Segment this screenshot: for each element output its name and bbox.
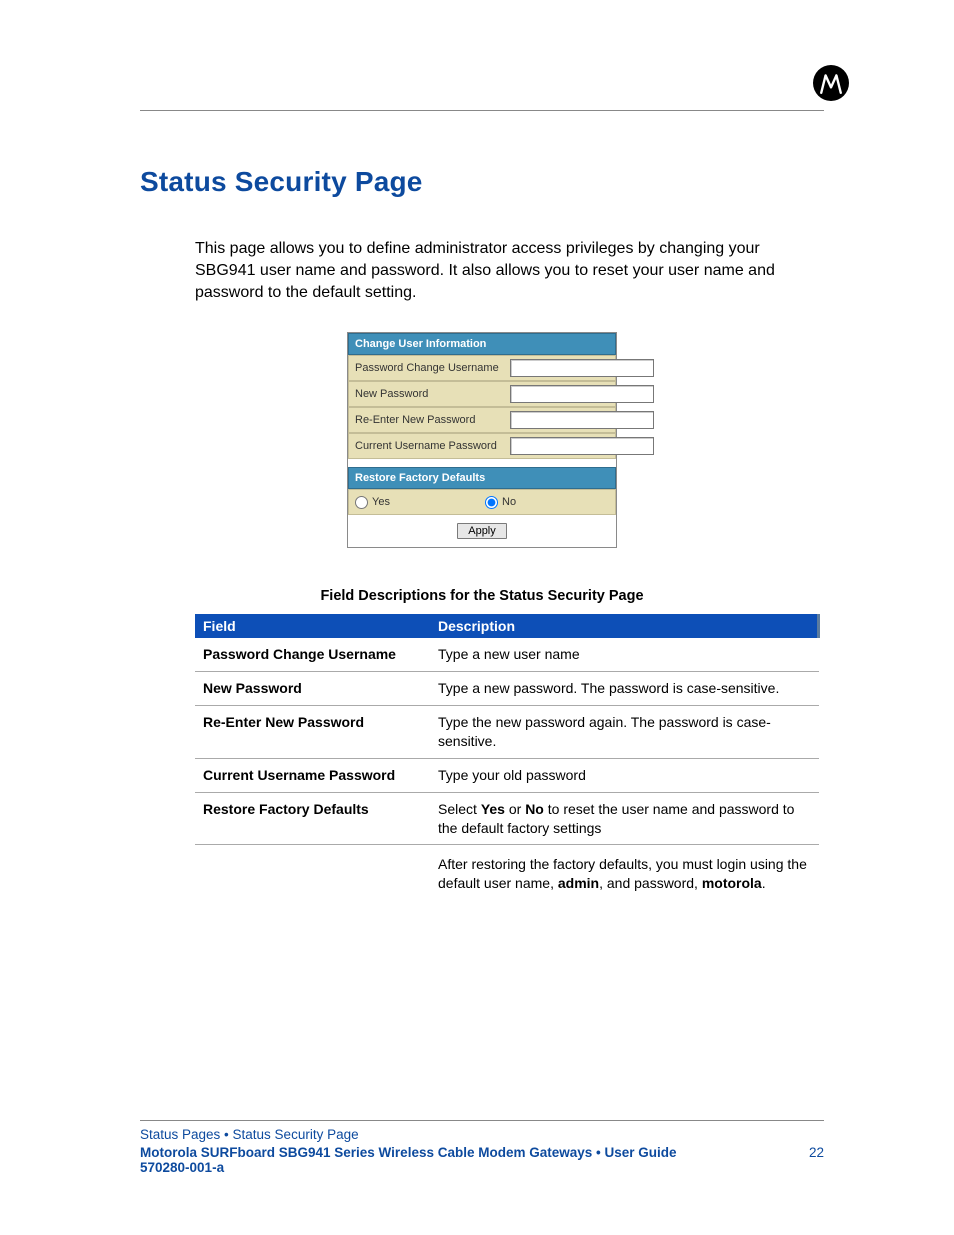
label-current-password: Current Username Password: [355, 440, 510, 452]
table-row: Restore Factory Defaults Select Yes or N…: [195, 792, 819, 845]
cell-desc: Select Yes or No to reset the user name …: [430, 792, 819, 845]
radio-no[interactable]: [485, 496, 498, 509]
cell-field: Re-Enter New Password: [195, 706, 430, 759]
apply-button[interactable]: Apply: [457, 523, 507, 539]
col-header-field: Field: [195, 614, 430, 638]
cell-field: New Password: [195, 672, 430, 706]
table-row: After restoring the factory defaults, yo…: [195, 845, 819, 900]
form-header-change-user: Change User Information: [348, 333, 616, 355]
breadcrumb: Status Pages • Status Security Page: [140, 1127, 824, 1142]
cell-desc: Type a new password. The password is cas…: [430, 672, 819, 706]
table-row: Current Username Password Type your old …: [195, 758, 819, 792]
apply-row: Apply: [348, 515, 616, 543]
cell-desc: Type a new user name: [430, 638, 819, 671]
cell-field: Current Username Password: [195, 758, 430, 792]
cell-field: Password Change Username: [195, 638, 430, 671]
field-descriptions-table: Field Description Password Change Userna…: [195, 614, 820, 900]
row-password-change-username: Password Change Username: [348, 355, 616, 381]
radio-yes-label: Yes: [372, 496, 390, 508]
cell-desc: Type the new password again. The passwor…: [430, 706, 819, 759]
col-header-description: Description: [430, 614, 819, 638]
security-form: Change User Information Password Change …: [347, 332, 617, 548]
row-current-password: Current Username Password: [348, 433, 616, 459]
cell-field: Restore Factory Defaults: [195, 792, 430, 845]
page-footer: Status Pages • Status Security Page Moto…: [140, 1120, 824, 1175]
row-reenter-password: Re-Enter New Password: [348, 407, 616, 433]
footer-divider: [140, 1120, 824, 1121]
cell-desc: After restoring the factory defaults, yo…: [430, 845, 819, 900]
doc-id: 570280-001-a: [140, 1160, 824, 1175]
form-header-restore-defaults: Restore Factory Defaults: [348, 467, 616, 489]
radio-no-label: No: [502, 496, 516, 508]
input-password-change-username[interactable]: [510, 359, 654, 377]
label-password-change-username: Password Change Username: [355, 362, 510, 374]
radio-no-option[interactable]: No: [485, 496, 516, 509]
label-reenter-password: Re-Enter New Password: [355, 414, 510, 426]
row-restore-radio: Yes No: [348, 489, 616, 515]
input-current-password[interactable]: [510, 437, 654, 455]
motorola-logo-icon: [813, 65, 849, 101]
header-divider: [140, 110, 824, 111]
doc-title: Motorola SURFboard SBG941 Series Wireles…: [140, 1145, 677, 1160]
page-title: Status Security Page: [140, 166, 824, 198]
table-row: Re-Enter New Password Type the new passw…: [195, 706, 819, 759]
row-new-password: New Password: [348, 381, 616, 407]
desc-table-caption: Field Descriptions for the Status Securi…: [140, 588, 824, 604]
table-row: Password Change Username Type a new user…: [195, 638, 819, 671]
label-new-password: New Password: [355, 388, 510, 400]
page-number: 22: [809, 1145, 824, 1160]
radio-yes[interactable]: [355, 496, 368, 509]
cell-desc: Type your old password: [430, 758, 819, 792]
intro-paragraph: This page allows you to define administr…: [195, 238, 814, 304]
radio-yes-option[interactable]: Yes: [355, 496, 485, 509]
table-row: New Password Type a new password. The pa…: [195, 672, 819, 706]
input-new-password[interactable]: [510, 385, 654, 403]
input-reenter-password[interactable]: [510, 411, 654, 429]
